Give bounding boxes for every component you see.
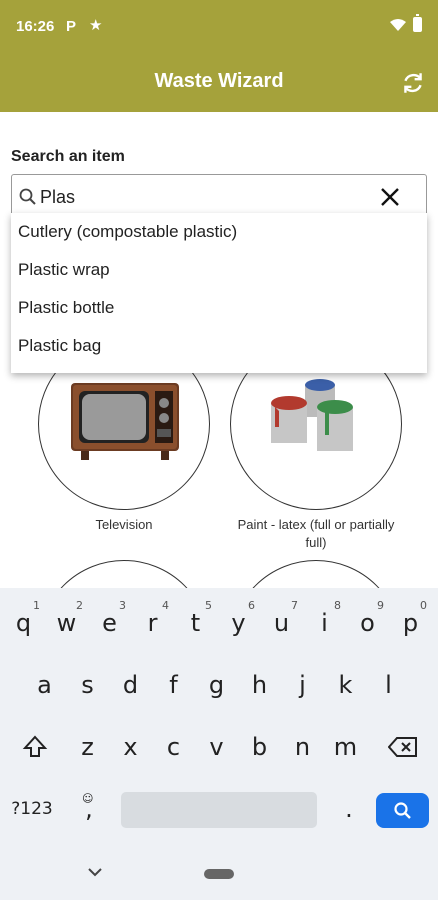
backspace-icon — [387, 737, 417, 757]
period-key[interactable]: . — [326, 784, 372, 834]
key-l[interactable]: l — [367, 660, 410, 710]
comma-key[interactable]: ☺ , — [66, 784, 112, 834]
key-x[interactable]: x — [109, 722, 152, 772]
key-u[interactable]: 7u — [260, 598, 303, 648]
status-time: 16:26 — [16, 18, 55, 35]
space-key[interactable] — [121, 792, 317, 828]
parking-notification-icon: P — [66, 18, 77, 35]
shift-key[interactable] — [10, 722, 60, 772]
keyboard-row-3: z x c v b n m — [0, 722, 438, 772]
key-y[interactable]: 6y — [217, 598, 260, 648]
suggestion-item[interactable]: Cutlery (compostable plastic) — [11, 213, 427, 251]
item-label: Television — [95, 517, 153, 532]
app-title: Waste Wizard — [154, 70, 284, 92]
symbols-key[interactable]: ?123 — [4, 784, 60, 834]
key-f[interactable]: f — [152, 660, 195, 710]
shift-icon — [22, 735, 48, 757]
key-i[interactable]: 8i — [303, 598, 346, 648]
item-label: Paint - latex (full or partially full) — [237, 517, 395, 550]
paint-cans-image — [271, 379, 353, 451]
search-input[interactable] — [40, 181, 360, 213]
key-j[interactable]: j — [281, 660, 324, 710]
key-m[interactable]: m — [324, 722, 367, 772]
app-bar: 16:26 P ★ Waste Wizard — [0, 0, 438, 112]
suggestion-item[interactable]: Plastic wrap — [11, 251, 427, 289]
close-icon[interactable] — [377, 184, 403, 210]
suggestion-item[interactable]: Plastic bag — [11, 327, 427, 365]
battery-icon — [413, 14, 422, 32]
key-e[interactable]: 3e — [88, 598, 131, 648]
search-icon — [394, 802, 411, 819]
key-w[interactable]: 2w — [45, 598, 88, 648]
key-v[interactable]: v — [195, 722, 238, 772]
search-icon — [19, 188, 36, 205]
key-k[interactable]: k — [324, 660, 367, 710]
status-bar: 16:26 P ★ — [0, 0, 438, 52]
keyboard-row-2: a s d f g h j k l — [0, 660, 438, 710]
search-field[interactable] — [11, 174, 427, 218]
home-pill[interactable] — [204, 869, 234, 879]
backspace-key[interactable] — [378, 722, 428, 772]
system-nav-bar — [0, 850, 438, 900]
on-screen-keyboard: 1q 2w 3e 4r 5t 6y 7u 8i 9o 0p a s d f g … — [0, 588, 438, 850]
key-r[interactable]: 4r — [131, 598, 174, 648]
key-o[interactable]: 9o — [346, 598, 389, 648]
keyboard-row-1: 1q 2w 3e 4r 5t 6y 7u 8i 9o 0p — [0, 598, 438, 648]
key-b[interactable]: b — [238, 722, 281, 772]
key-s[interactable]: s — [66, 660, 109, 710]
suggestion-item[interactable]: Plastic bottle — [11, 289, 427, 327]
suggestions-dropdown: Cutlery (compostable plastic) Plastic wr… — [11, 213, 427, 373]
key-z[interactable]: z — [66, 722, 109, 772]
key-a[interactable]: a — [23, 660, 66, 710]
television-image — [71, 383, 179, 460]
key-p[interactable]: 0p — [389, 598, 432, 648]
star-notification-icon: ★ — [89, 17, 103, 34]
key-g[interactable]: g — [195, 660, 238, 710]
chevron-down-icon[interactable] — [86, 866, 104, 878]
wifi-icon — [390, 19, 406, 31]
key-c[interactable]: c — [152, 722, 195, 772]
key-h[interactable]: h — [238, 660, 281, 710]
keyboard-search-button[interactable] — [376, 793, 429, 828]
refresh-icon[interactable] — [400, 70, 426, 96]
key-q[interactable]: 1q — [2, 598, 45, 648]
key-d[interactable]: d — [109, 660, 152, 710]
key-t[interactable]: 5t — [174, 598, 217, 648]
key-n[interactable]: n — [281, 722, 324, 772]
waste-wizard-screen: 16:26 P ★ Waste Wizard Search an item Pl… — [0, 0, 438, 900]
emoji-icon: ☺ — [82, 792, 94, 805]
search-label: Search an item — [11, 148, 125, 165]
